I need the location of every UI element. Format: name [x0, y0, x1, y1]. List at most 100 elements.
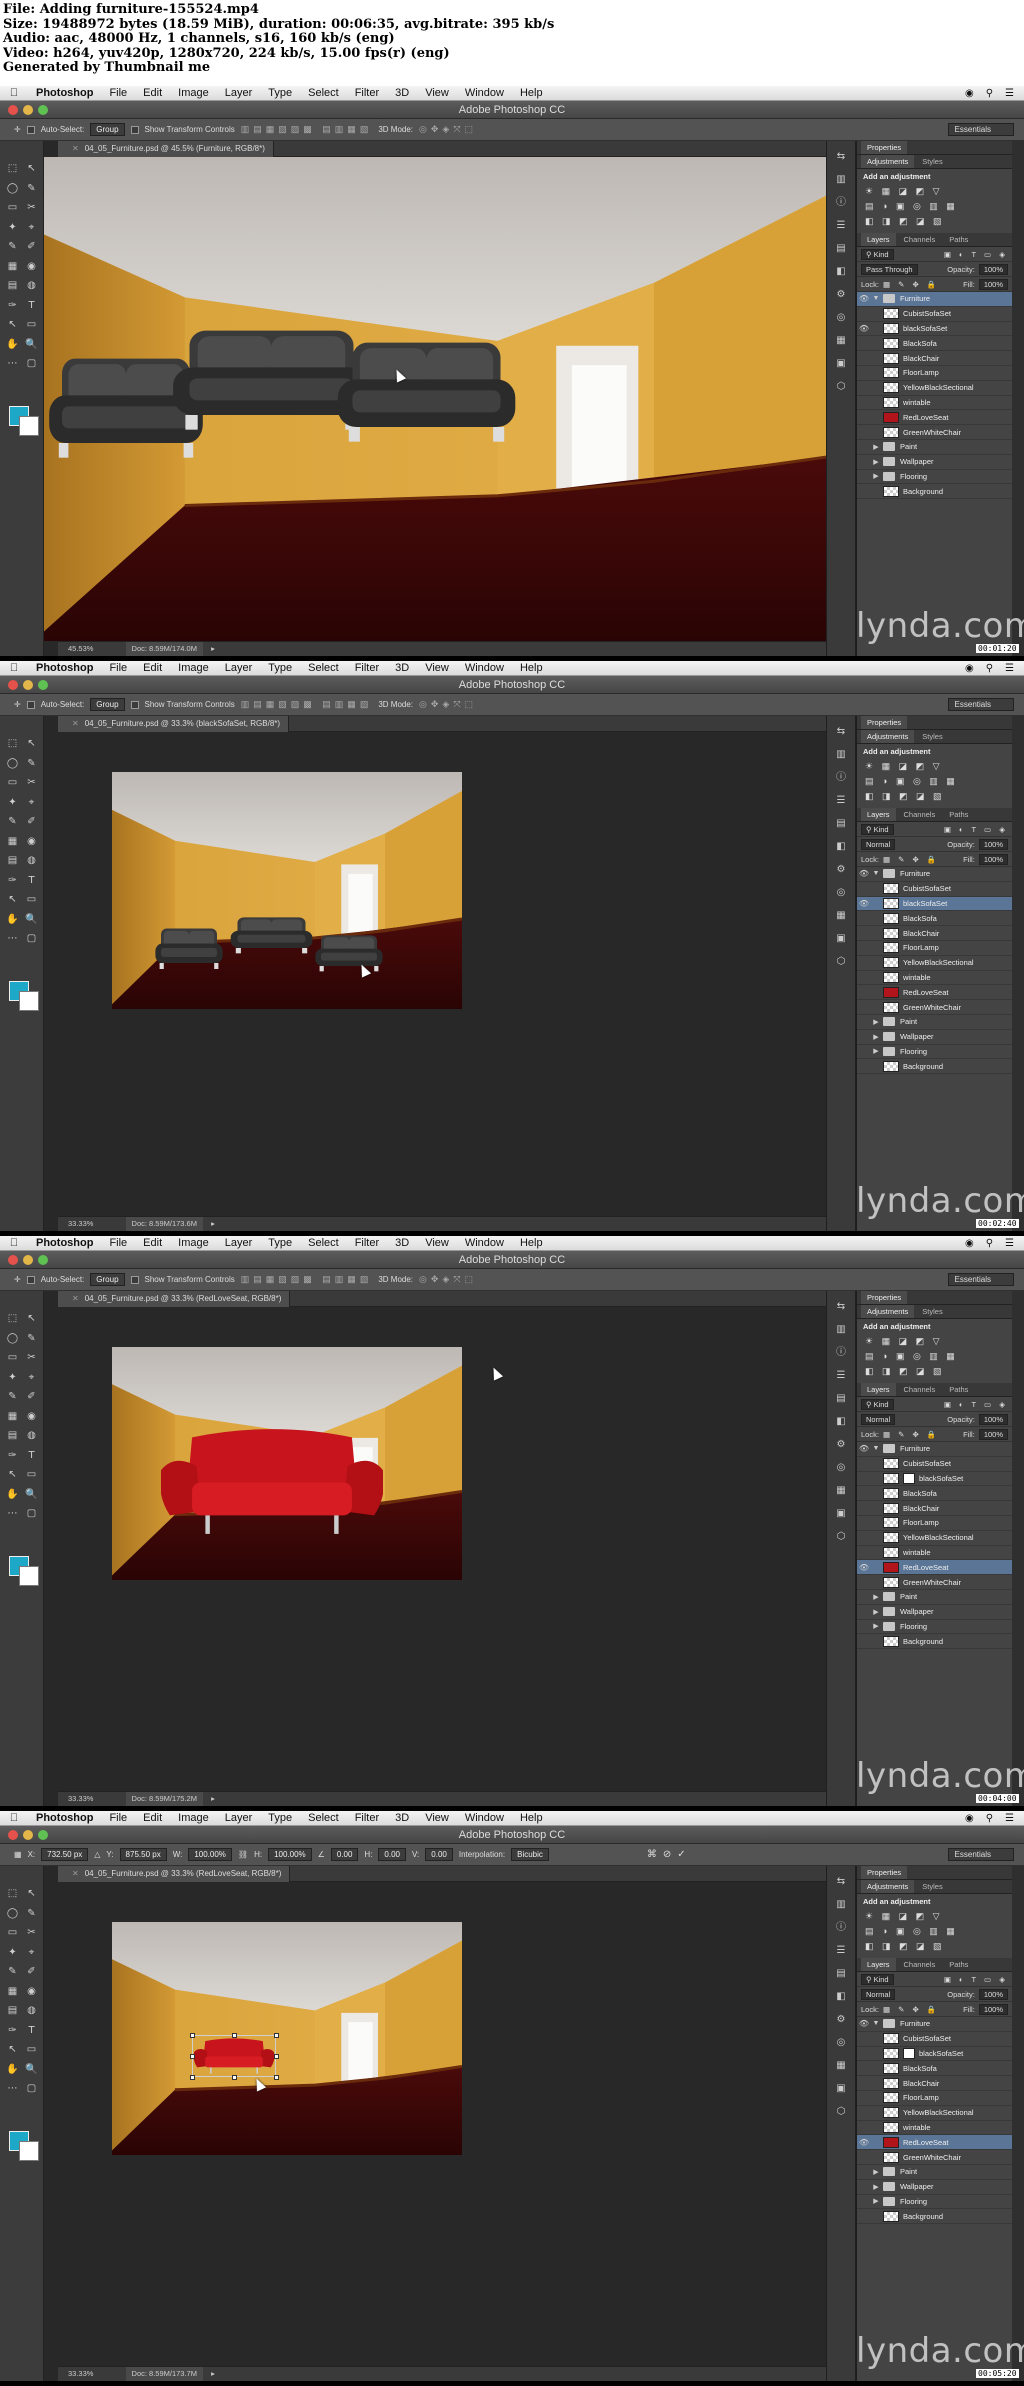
canvas-workspace[interactable]	[44, 732, 826, 1216]
visibility-eye-icon[interactable]: 👁	[857, 1444, 871, 1453]
menu-window[interactable]: Window	[457, 1812, 512, 1824]
tool-icon[interactable]: ◍	[23, 1426, 40, 1446]
chevron-down-icon[interactable]: ▼	[871, 295, 881, 302]
panel-icon[interactable]: ◎	[833, 1461, 849, 1475]
chevron-right-icon[interactable]: ▶	[871, 1033, 881, 1041]
panel-icon[interactable]: ☰	[833, 1944, 849, 1958]
layer-row[interactable]: Background	[857, 1634, 1012, 1650]
tool-icon[interactable]: T	[23, 2021, 40, 2041]
adjustment-icons-row-1[interactable]: ☀ ▦ ◪ ◩ ▽	[857, 759, 1012, 774]
lock-icons[interactable]: ▦ ✎ ✥ 🔒	[883, 1430, 939, 1439]
menu-filter[interactable]: Filter	[347, 1812, 387, 1824]
3d-mode-icons[interactable]: ◎✥◈⤧⬚	[419, 124, 477, 135]
adjustment-icons-row-3[interactable]: ◧ ◨ ◩ ◪ ▧	[857, 789, 1012, 804]
layer-row[interactable]: ▶ Paint	[857, 1590, 1012, 1605]
tool-icon[interactable]: ⬚	[4, 734, 21, 754]
tool-icon[interactable]: ▤	[4, 276, 21, 296]
red-loveseat[interactable]	[161, 1425, 383, 1538]
layer-row[interactable]: 👁 ▼ Furniture	[857, 867, 1012, 882]
layer-row[interactable]: wintable	[857, 396, 1012, 411]
tool-icon[interactable]: ↖	[23, 1884, 40, 1904]
doc-size[interactable]: Doc: 8.59M/174.0M	[125, 642, 203, 656]
tool-icon[interactable]: ✦	[4, 1368, 21, 1388]
tool-icon[interactable]: ▭	[4, 198, 21, 218]
menu-layer[interactable]: Layer	[217, 662, 261, 674]
menu-help[interactable]: Help	[512, 87, 551, 99]
interpolation-select[interactable]: Bicubic	[511, 1848, 549, 1861]
layer-kind-filter[interactable]: ⚲ Kind	[861, 1973, 894, 1985]
opacity-field[interactable]: 100%	[978, 263, 1008, 275]
tool-icon[interactable]: ✎	[4, 1962, 21, 1982]
menu-help[interactable]: Help	[512, 662, 551, 674]
panel-icon[interactable]: ▦	[833, 1484, 849, 1498]
close-window-icon[interactable]	[8, 105, 18, 115]
layer-row[interactable]: ▶ Flooring	[857, 470, 1012, 485]
panel-icon[interactable]: ☰	[833, 1369, 849, 1383]
close-tab-icon[interactable]: ✕	[72, 144, 79, 153]
layer-row[interactable]: Background	[857, 2209, 1012, 2225]
visibility-eye-icon[interactable]: 👁	[857, 2138, 871, 2147]
room-canvas-image[interactable]	[112, 1922, 462, 2155]
layer-row[interactable]: BlackSofa	[857, 336, 1012, 352]
tab-layers[interactable]: Layers	[861, 1383, 896, 1396]
tool-icon[interactable]: ✐	[23, 812, 40, 832]
panel-icon[interactable]: ▣	[833, 1507, 849, 1521]
sync-icon[interactable]: ◉	[965, 663, 974, 674]
tab-adjustments[interactable]: Adjustments	[861, 155, 915, 168]
adjustment-icons-row-1[interactable]: ☀ ▦ ◪ ◩ ▽	[857, 184, 1012, 199]
minimize-window-icon[interactable]	[23, 105, 33, 115]
panel-icon[interactable]: ⬡	[833, 2105, 849, 2119]
sync-icon[interactable]: ◉	[965, 1238, 974, 1249]
tool-icon[interactable]: ✂	[23, 198, 40, 218]
lock-icons[interactable]: ▦ ✎ ✥ 🔒	[883, 2005, 939, 2014]
adjustment-icons-row-2[interactable]: ▤ ◑ ▣ ◎ ▥ ▦	[857, 774, 1012, 789]
tool-icon[interactable]: ✑	[4, 1446, 21, 1466]
layer-row[interactable]: BlackSofa	[857, 911, 1012, 927]
layer-row[interactable]: 👁 RedLoveSeat	[857, 1560, 1012, 1576]
panel-scrollbar[interactable]	[1012, 141, 1024, 656]
tool-icon[interactable]: T	[23, 296, 40, 316]
menu-view[interactable]: View	[417, 87, 457, 99]
commit-transform-icon[interactable]: ✓	[677, 1849, 685, 1860]
tool-icon[interactable]: ✎	[4, 237, 21, 257]
list-icon[interactable]: ☰	[1005, 663, 1014, 674]
tool-icon[interactable]: ✎	[23, 1329, 40, 1349]
auto-select-checkbox[interactable]	[26, 125, 35, 134]
move-tool-icon[interactable]: ✛	[14, 125, 21, 134]
tool-icon[interactable]: ⬚	[4, 1884, 21, 1904]
chevron-right-icon[interactable]: ▶	[871, 2168, 881, 2176]
status-menu-icon[interactable]: ▸	[211, 644, 215, 653]
visibility-eye-icon[interactable]: 👁	[857, 1563, 871, 1572]
menu-edit[interactable]: Edit	[135, 1237, 170, 1249]
workspace-select[interactable]: Essentials	[947, 1273, 1014, 1286]
panel-icon[interactable]: ⚙	[833, 288, 849, 302]
tool-icon[interactable]: ↖	[23, 734, 40, 754]
fill-field[interactable]: 100%	[978, 278, 1008, 290]
auto-select-target[interactable]: Group	[90, 123, 125, 136]
menu-filter[interactable]: Filter	[347, 662, 387, 674]
show-transform-checkbox[interactable]	[130, 700, 139, 709]
y-field[interactable]: 875.50 px	[119, 1848, 167, 1861]
menu-app[interactable]: Photoshop	[28, 662, 101, 674]
tool-icon[interactable]: ✂	[23, 1923, 40, 1943]
fill-field[interactable]: 100%	[978, 2003, 1008, 2015]
layer-row[interactable]: ▶ Wallpaper	[857, 1030, 1012, 1045]
chevron-down-icon[interactable]: ▼	[871, 1445, 881, 1452]
doc-size[interactable]: Doc: 8.59M/173.6M	[125, 1217, 203, 1231]
panel-icon[interactable]: ▤	[833, 817, 849, 831]
fill-field[interactable]: 100%	[978, 1428, 1008, 1440]
panel-icon[interactable]: ▤	[833, 1967, 849, 1981]
layer-row[interactable]: FloorLamp	[857, 366, 1012, 381]
visibility-eye-icon[interactable]: 👁	[857, 2019, 871, 2028]
layer-row[interactable]: 👁 ▼ Furniture	[857, 292, 1012, 307]
sync-icon[interactable]: ◉	[965, 1813, 974, 1824]
menu-filter[interactable]: Filter	[347, 1237, 387, 1249]
layer-row[interactable]: 👁 blackSofaSet	[857, 896, 1012, 912]
document-tab[interactable]: ✕ 04_05_Furniture.psd @ 33.3% (blackSofaS…	[58, 716, 290, 732]
menu-view[interactable]: View	[417, 1237, 457, 1249]
minimize-window-icon[interactable]	[23, 680, 33, 690]
tool-icon[interactable]: ✦	[4, 1943, 21, 1963]
menu-select[interactable]: Select	[300, 662, 347, 674]
layer-kind-filter[interactable]: ⚲ Kind	[861, 823, 894, 835]
layer-row[interactable]: RedLoveSeat	[857, 985, 1012, 1001]
